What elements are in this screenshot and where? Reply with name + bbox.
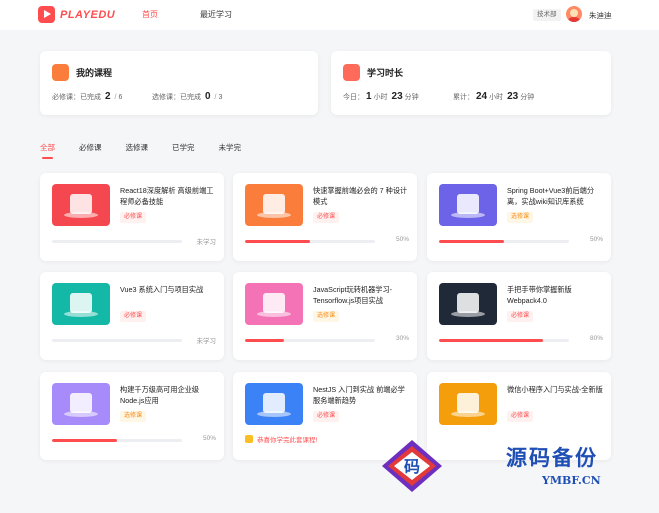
course-type-tag: 必修课 (120, 212, 147, 223)
course-type-tag: 必修课 (120, 311, 147, 322)
required-progress: 必修课：已完成 2/6 (52, 91, 123, 102)
course-progress-bar (52, 439, 182, 442)
course-progress-label: 50% (589, 236, 603, 243)
top-bar: PLAYEDU 首页 最近学习 技术部 朱迪迪 (0, 0, 659, 30)
course-progress-bar (439, 339, 569, 342)
course-filter-tabs: 全部 必修课 选修课 已学完 未学完 (40, 142, 265, 159)
course-card[interactable]: Vue3 系统入门与项目实战 必修课 未学习 (40, 272, 224, 360)
ymbf-logo-icon: 码 (382, 440, 442, 492)
ymbf-watermark: 码 源码备份 YMBF.CN (376, 436, 646, 496)
course-type-tag: 必修课 (507, 411, 534, 422)
course-title: JavaScript玩转机器学习-Tensorflow.js项目实战 (313, 285, 393, 305)
course-title: Spring Boot+Vue3前后端分离，实战wiki知识库系统 (507, 186, 595, 206)
watermark-url: YMBF.CN (542, 474, 601, 487)
course-type-tag: 选修课 (507, 212, 534, 223)
course-thumbnail (245, 283, 303, 325)
trophy-icon (245, 435, 253, 443)
course-title: Vue3 系统入门与项目实战 (120, 285, 204, 294)
my-courses-title: 我的课程 (76, 68, 113, 78)
watermark-glyph: 码 (404, 457, 420, 476)
department-badge[interactable]: 技术部 (533, 9, 561, 21)
course-card[interactable]: 快速掌握前端必会的 7 种设计模式 必修课 50% (233, 173, 417, 261)
nav-home[interactable]: 首页 (142, 0, 158, 30)
study-time-title: 学习时长 (367, 68, 404, 78)
course-thumbnail (245, 184, 303, 226)
calendar-icon (343, 64, 360, 81)
course-type-tag: 选修课 (313, 311, 340, 322)
username[interactable]: 朱迪迪 (589, 10, 612, 21)
course-progress-label: 未学习 (196, 239, 217, 246)
course-thumbnail (439, 283, 497, 325)
tab-all[interactable]: 全部 (40, 142, 55, 159)
course-title: 快速掌握前端必会的 7 种设计模式 (313, 186, 408, 206)
course-type-tag: 必修课 (313, 212, 340, 223)
course-thumbnail (245, 383, 303, 425)
my-courses-card: 我的课程 必修课：已完成 2/6 选修课：已完成 0/3 (40, 51, 318, 115)
tab-incomplete[interactable]: 未学完 (219, 142, 242, 158)
elective-done: 0 (204, 91, 211, 102)
course-thumbnail (52, 283, 110, 325)
playedu-logo[interactable]: PLAYEDU (38, 6, 115, 23)
study-time-card: 学习时长 今日： 1 小时 23 分钟 累计： 24 小时 23 分钟 (331, 51, 611, 115)
tab-completed[interactable]: 已学完 (172, 142, 195, 158)
course-progress-bar (245, 339, 375, 342)
nav-recent[interactable]: 最近学习 (200, 0, 232, 30)
tab-required[interactable]: 必修课 (79, 142, 102, 158)
course-title: 手把手带你掌握新版Webpack4.0 (507, 285, 572, 305)
course-complete-message: 恭喜你学完此套课程! (245, 434, 317, 444)
course-title: NestJS 入门到实战 前端必学服务端新趋势 (313, 385, 405, 405)
course-type-tag: 必修课 (507, 311, 534, 322)
required-done: 2 (104, 91, 111, 102)
course-progress-label: 50% (202, 435, 216, 442)
course-progress-label: 未学习 (196, 338, 217, 345)
course-card[interactable]: JavaScript玩转机器学习-Tensorflow.js项目实战 选修课 3… (233, 272, 417, 360)
watermark-text: 源码备份 (506, 445, 598, 470)
course-progress-label: 30% (395, 335, 409, 342)
tab-elective[interactable]: 选修课 (126, 142, 149, 158)
today-time: 今日： 1 小时 23 分钟 (343, 91, 419, 102)
course-book-icon (52, 64, 69, 81)
logo-text: PLAYEDU (60, 8, 116, 21)
total-time: 累计： 24 小时 23 分钟 (453, 91, 535, 102)
course-thumbnail (439, 184, 497, 226)
play-logo-icon (38, 6, 55, 23)
course-thumbnail (52, 383, 110, 425)
course-progress-bar (245, 240, 375, 243)
course-title: 微信小程序入门与实战-全新版 (507, 385, 603, 394)
course-card[interactable]: Spring Boot+Vue3前后端分离，实战wiki知识库系统 选修课 50… (427, 173, 611, 261)
course-type-tag: 必修课 (313, 411, 340, 422)
course-title: React18深度解析 高级前端工程师必备技能 (120, 186, 214, 206)
main-nav: 首页 最近学习 (142, 0, 274, 30)
course-progress-label: 80% (589, 335, 603, 342)
course-title: 构建千万级高可用企业级Node.js应用 (120, 385, 200, 405)
course-progress-bar (52, 339, 182, 342)
course-card[interactable]: 手把手带你掌握新版Webpack4.0 必修课 80% (427, 272, 611, 360)
course-progress-bar (439, 240, 569, 243)
course-thumbnail (52, 184, 110, 226)
course-thumbnail (439, 383, 497, 425)
course-card[interactable]: 构建千万级高可用企业级Node.js应用 选修课 50% (40, 372, 224, 460)
user-avatar[interactable] (566, 6, 582, 22)
course-card[interactable]: React18深度解析 高级前端工程师必备技能 必修课 未学习 (40, 173, 224, 261)
elective-progress: 选修课：已完成 0/3 (152, 91, 223, 102)
course-progress-label: 50% (395, 236, 409, 243)
course-type-tag: 选修课 (120, 411, 147, 422)
course-progress-bar (52, 240, 182, 243)
